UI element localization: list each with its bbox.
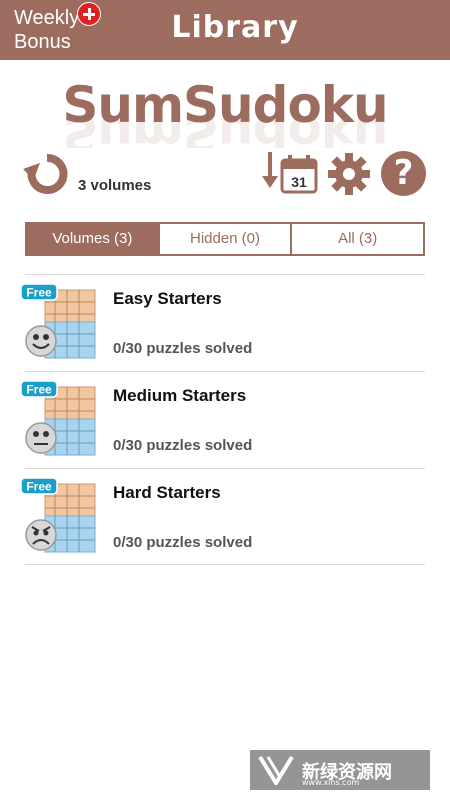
volume-progress: 0/30 puzzles solved (113, 340, 253, 357)
filter-tabs: Volumes (3) Hidden (0) All (3) (25, 222, 425, 256)
help-icon[interactable]: ? (381, 151, 426, 196)
tab-all[interactable]: All (3) (290, 224, 423, 254)
calendar-download-icon[interactable]: 31 (262, 152, 318, 194)
watermark: 新绿资源网 www.xlhs.com (250, 750, 430, 790)
volume-item-easy[interactable]: Free Easy Starters 0/30 puzzles solved (21, 274, 425, 371)
volume-list: Free Easy Starters 0/30 puzzles solved F… (21, 274, 425, 565)
volume-progress: 0/30 puzzles solved (113, 534, 253, 551)
volume-thumbnail-icon: Free (21, 381, 96, 456)
page-title: Library (171, 10, 299, 45)
free-badge: Free (26, 480, 52, 494)
volume-item-medium[interactable]: Free Medium Starters 0/30 puzzles solved (21, 371, 425, 468)
free-badge: Free (26, 286, 52, 300)
volume-thumbnail-icon: Free (21, 284, 96, 359)
app-header: Weekly Bonus Library (0, 0, 450, 60)
free-badge: Free (26, 383, 52, 397)
volume-thumbnail-icon: Free (21, 478, 96, 553)
gear-icon[interactable] (327, 152, 371, 196)
tab-volumes[interactable]: Volumes (3) (27, 224, 158, 254)
volume-count: 3 volumes (78, 177, 152, 194)
volume-title: Medium Starters (113, 386, 247, 405)
logo-reflection: SumSudoku (62, 118, 388, 148)
volume-title: Easy Starters (113, 289, 222, 308)
volume-item-hard[interactable]: Free Hard Starters 0/30 puzzles solved (21, 468, 425, 565)
tab-hidden[interactable]: Hidden (0) (157, 224, 291, 254)
watermark-url: www.xlhs.com (302, 778, 360, 787)
calendar-day: 31 (291, 174, 307, 190)
volume-title: Hard Starters (113, 483, 221, 502)
volume-progress: 0/30 puzzles solved (113, 437, 253, 454)
watermark-logo-icon (258, 755, 294, 785)
refresh-icon[interactable] (22, 150, 72, 196)
